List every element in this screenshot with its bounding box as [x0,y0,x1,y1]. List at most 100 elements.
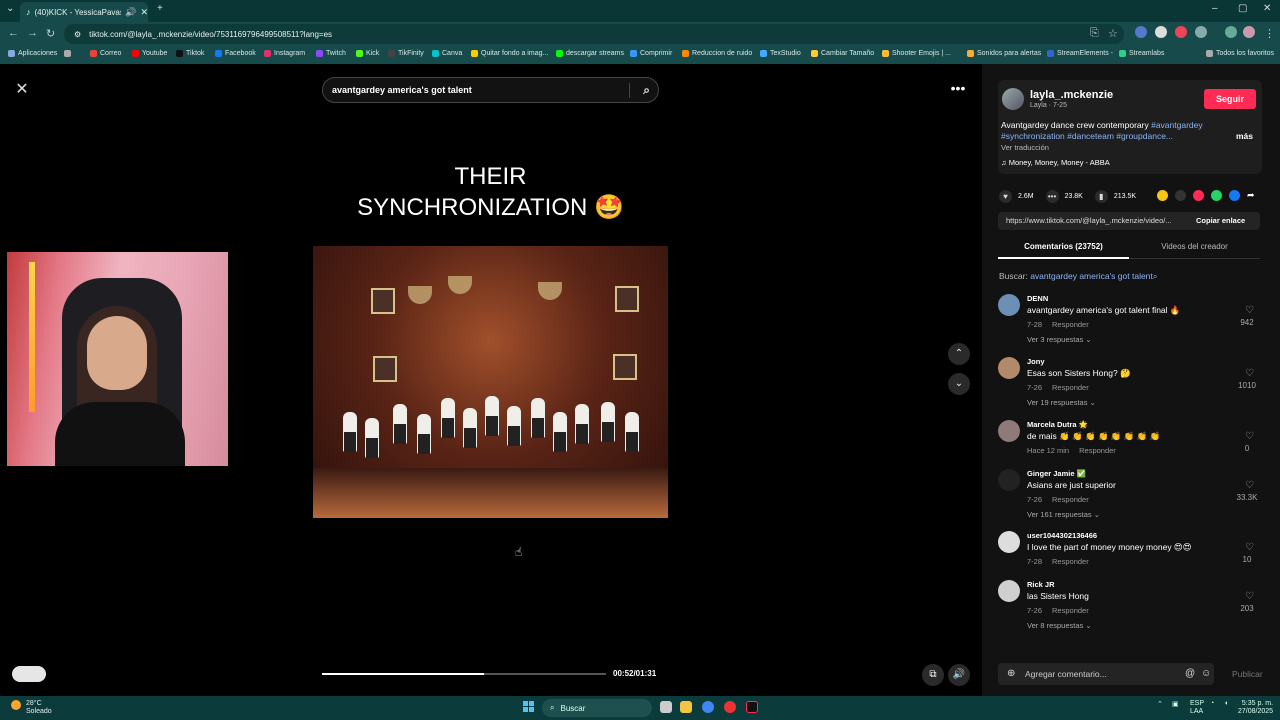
weather-widget[interactable]: 28°C Soleado [26,700,52,716]
more-options-icon[interactable]: ••• [946,78,970,98]
like-heart-icon[interactable]: ♡ [1245,591,1254,602]
tray-chevron-icon[interactable]: ⌃ [1157,700,1163,708]
app-icon[interactable] [724,701,736,713]
start-button[interactable] [523,701,535,713]
more-button[interactable]: más [1236,131,1253,141]
bookmark-item[interactable]: Facebook [215,50,256,57]
mention-icon[interactable]: @ [1185,668,1195,679]
floating-player-icon[interactable]: ⧉ [922,664,944,686]
gift-icon[interactable]: ⊕ [1007,668,1015,679]
maximize-icon[interactable]: ▢ [1238,3,1247,14]
browser-tab[interactable]: ♪ (40)KICK - YessicaPavas 🔊 ✕ [20,2,148,22]
extension-icon[interactable] [1135,26,1147,38]
like-heart-icon[interactable]: ♡ [1245,480,1254,491]
commenter-avatar[interactable] [998,531,1020,553]
commenter-name[interactable]: DENN [1027,294,1048,303]
bookmark-item[interactable]: Instagram [264,50,305,57]
reply-button[interactable]: Responder [1052,557,1089,566]
commenter-name[interactable]: Jony [1027,357,1045,366]
reply-button[interactable]: Responder [1052,495,1089,504]
commenter-name[interactable]: Rick JR [1027,580,1055,589]
close-icon[interactable]: ✕ [12,80,32,100]
reload-icon[interactable]: ↻ [46,27,55,40]
like-heart-icon[interactable]: ♡ [1245,368,1254,379]
tab-creator-videos[interactable]: Videos del creador [1129,242,1260,251]
new-tab-icon[interactable]: + [157,3,163,14]
bookmark-item[interactable]: Streamlabs [1119,50,1164,57]
tab-search-icon[interactable]: ⌄ [6,3,14,14]
video-progress-bar[interactable] [322,673,606,675]
language-indicator[interactable]: ESP LAA [1190,700,1204,716]
hashtag-link[interactable]: #synchronization #danceteam #groupdance.… [1001,131,1173,141]
bookmark-icon[interactable]: ▮ [1094,189,1108,203]
next-video-button[interactable]: ⌄ [948,373,970,395]
tiktok-icon[interactable] [746,701,758,713]
cast-icon[interactable]: ⎘ [1090,27,1099,40]
send-icon[interactable] [1193,190,1204,201]
search-icon[interactable]: ⌕ [643,83,650,98]
commenter-name[interactable]: Marcela Dutra 🌟 [1027,420,1088,429]
bookmark-item[interactable]: Aplicaciones [8,50,57,57]
bookmark-item[interactable]: Quitar fondo a imag... [471,50,548,57]
facebook-icon[interactable] [1229,190,1240,201]
tab-comments[interactable]: Comentarios (23752) [998,242,1129,251]
bookmark-item[interactable]: Reduccion de ruido [682,50,752,57]
reply-button[interactable]: Responder [1052,606,1089,615]
site-info-icon[interactable]: ⚙ [74,30,81,39]
reply-button[interactable]: Responder [1052,383,1089,392]
commenter-name[interactable]: Ginger Jamie ✅ [1027,469,1086,478]
task-view-icon[interactable] [660,701,672,713]
emoji-icon[interactable]: ☺ [1201,668,1211,679]
related-search-link[interactable]: avantgardey america's got talent [1030,271,1153,281]
bookmark-item[interactable]: Tiktok [176,50,204,57]
bookmark-item[interactable]: Cambiar Tamaño [811,50,874,57]
toggle-button[interactable] [12,666,46,682]
commenter-avatar[interactable] [998,580,1020,602]
follow-button[interactable]: Seguir [1204,89,1256,109]
bookmark-item[interactable]: StreamElements - [1047,50,1113,57]
bookmark-item[interactable]: Youtube [132,50,167,57]
view-replies-button[interactable]: Ver 19 respuestas ⌄ [1027,398,1096,407]
like-heart-icon[interactable]: ♡ [1245,305,1254,316]
weather-icon[interactable] [11,700,21,710]
reply-button[interactable]: Responder [1052,320,1089,329]
window-close-icon[interactable]: ✕ [1263,3,1271,14]
extension-icon[interactable] [1155,26,1167,38]
publish-button[interactable]: Publicar [1232,669,1263,679]
side-panel-icon[interactable] [1225,26,1237,38]
commenter-avatar[interactable] [998,469,1020,491]
commenter-name[interactable]: user1044302136466 [1027,531,1097,540]
bookmark-item[interactable]: TexStudio [760,50,801,57]
volume-icon[interactable]: ◖ [1224,700,1228,707]
commenter-avatar[interactable] [998,294,1020,316]
video-player[interactable]: THEIR SYNCHRONIZATION 🤩 [313,109,668,696]
bookmark-item[interactable]: TikFinity [388,50,424,57]
search-input[interactable]: avantgardey america's got talent ⌕ [322,77,659,103]
author-avatar[interactable] [1002,88,1024,110]
heart-icon[interactable]: ♥ [999,189,1012,203]
minimize-icon[interactable]: – [1212,3,1218,14]
comment-icon[interactable]: ••• [1045,189,1059,203]
bookmark-item[interactable]: Correo [90,50,121,57]
copy-link-button[interactable]: Copiar enlace [1196,216,1245,225]
volume-icon[interactable]: 🔊 [948,664,970,686]
extensions-puzzle-icon[interactable] [1195,26,1207,38]
bookmark-item[interactable]: Sonidos para alertas [967,50,1041,57]
wifi-icon[interactable]: ◔ [1210,700,1214,707]
bookmark-item[interactable]: descargar streams [556,50,624,57]
hashtag-link[interactable]: #avantgardey [1151,120,1203,130]
previous-video-button[interactable]: ⌃ [948,343,970,365]
share-coin-icon[interactable] [1157,190,1168,201]
bookmark-item[interactable]: Twitch [316,50,346,57]
commenter-avatar[interactable] [998,357,1020,379]
chrome-icon[interactable] [702,701,714,713]
view-replies-button[interactable]: Ver 3 respuestas ⌄ [1027,335,1092,344]
bookmark-item[interactable]: Comprimir [630,50,672,57]
music-link[interactable]: ♫ Money, Money, Money - ABBA [1001,158,1110,167]
bookmark-item[interactable]: Shooter Emojis | ... [882,50,951,57]
translate-link[interactable]: Ver traducción [1001,143,1049,152]
back-icon[interactable]: ← [8,27,19,39]
forward-icon[interactable]: → [27,27,38,39]
embed-icon[interactable] [1175,190,1186,201]
address-bar[interactable]: ⚙ tiktok.com/@layla_.mckenzie/video/7531… [64,24,1124,44]
